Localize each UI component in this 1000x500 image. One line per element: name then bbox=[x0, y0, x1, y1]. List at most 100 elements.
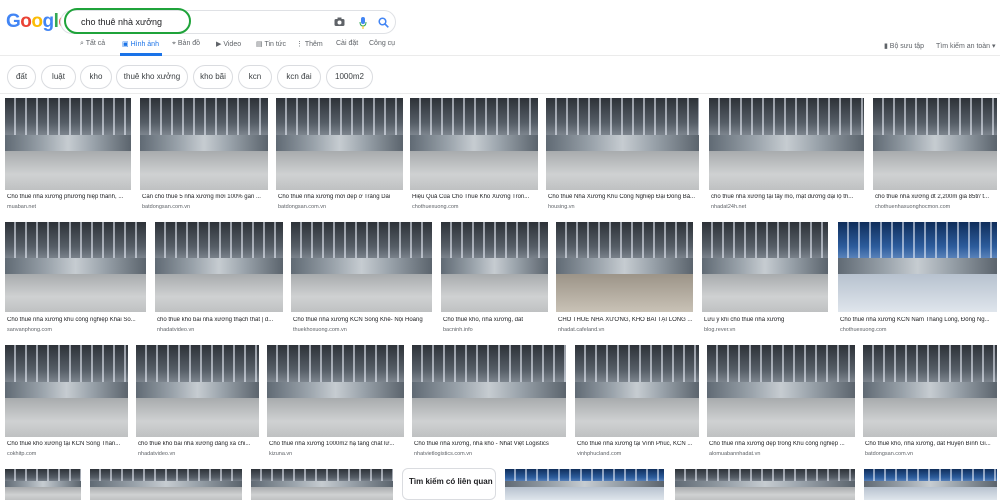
search-icon[interactable] bbox=[377, 17, 389, 29]
image-source[interactable]: housing.vn bbox=[548, 204, 699, 210]
image-source[interactable]: kizuna.vn bbox=[269, 451, 404, 457]
image-thumbnail[interactable] bbox=[140, 98, 268, 190]
safe-search-dropdown[interactable]: Tìm kiếm an toàn ▾ bbox=[936, 42, 996, 50]
image-result[interactable]: Cho thuê nhà xưởng KCN Song Khê- Nội Hoà… bbox=[291, 222, 432, 336]
tab-images[interactable]: ▣ Hình ảnh bbox=[122, 40, 159, 48]
image-thumbnail[interactable] bbox=[412, 345, 566, 437]
image-source[interactable]: nhadatvideo.vn bbox=[157, 327, 283, 333]
image-caption[interactable]: Cho thuê Nhà Xưởng Khu Công Nghiệp Đại Đ… bbox=[548, 194, 699, 200]
image-thumbnail[interactable] bbox=[251, 469, 393, 500]
image-caption[interactable]: cho thuê nhà xưởng dt 2,200m giá 85tr/ t… bbox=[875, 194, 997, 200]
image-source[interactable]: chothuexuong.com bbox=[412, 204, 538, 210]
image-thumbnail[interactable] bbox=[505, 469, 664, 500]
image-caption[interactable]: cho thuê kho bãi nhà xưởng đảng xá chi..… bbox=[138, 441, 259, 447]
image-result[interactable]: Lưu ý khi cho thuê nhà xưởng blog.rever.v… bbox=[702, 222, 828, 336]
image-result[interactable]: Cho thuê kho, nhà xưởng, đất Huyện Bình … bbox=[863, 345, 997, 461]
chip-dat[interactable]: đất bbox=[7, 65, 36, 89]
image-caption[interactable]: Cho thuê nhà xưởng 1000m2 hạ tầng chất l… bbox=[269, 441, 404, 447]
image-thumbnail[interactable] bbox=[267, 345, 404, 437]
chip-kcn[interactable]: kcn bbox=[238, 65, 272, 89]
image-caption[interactable]: Cho thuê nhà xưởng tại Vĩnh Phúc, KCN ..… bbox=[577, 441, 699, 447]
image-thumbnail[interactable] bbox=[5, 222, 146, 312]
image-source[interactable]: muaban.net bbox=[7, 204, 131, 210]
image-thumbnail[interactable] bbox=[276, 98, 403, 190]
mic-icon[interactable] bbox=[357, 17, 369, 29]
chip-kcn-dai[interactable]: kcn đai bbox=[277, 65, 321, 89]
image-source[interactable]: nhadatvideo.vn bbox=[138, 451, 259, 457]
image-source[interactable]: nhadat24h.net bbox=[711, 204, 864, 210]
image-result[interactable]: Cho thuê Nhà Xưởng Khu Công Nghiệp Đại Đ… bbox=[546, 98, 699, 214]
chip-kho[interactable]: kho bbox=[80, 65, 112, 89]
related-searches-card[interactable]: Tìm kiếm có liên quan bbox=[402, 468, 496, 500]
chip-thue-kho-xuong[interactable]: thuê kho xưởng bbox=[116, 65, 188, 89]
image-caption[interactable]: Lưu ý khi cho thuê nhà xưởng bbox=[704, 317, 828, 323]
image-result[interactable]: cho thuê nhà xưởng dt 2,200m giá 85tr/ t… bbox=[873, 98, 997, 214]
image-thumbnail[interactable] bbox=[556, 222, 693, 312]
tab-video[interactable]: ▶ Video bbox=[216, 40, 241, 48]
tab-settings[interactable]: Cài đặt bbox=[336, 40, 358, 47]
image-result[interactable]: Cho thuê nhà xưởng, nhà kho - Nhất Việt … bbox=[412, 345, 566, 461]
image-thumbnail[interactable] bbox=[707, 345, 855, 437]
image-thumbnail[interactable] bbox=[5, 469, 81, 500]
image-result[interactable]: Cho thuê nhà xưởng 1000m2 hạ tầng chất l… bbox=[267, 345, 404, 461]
image-thumbnail[interactable] bbox=[155, 222, 283, 312]
image-thumbnail[interactable] bbox=[441, 222, 548, 312]
chip-luat[interactable]: luật bbox=[41, 65, 76, 89]
image-result[interactable]: Cho thuê kho, nhà xưởng, đất bacninh.info bbox=[441, 222, 548, 336]
chip-1000m2[interactable]: 1000m2 bbox=[326, 65, 373, 89]
image-caption[interactable]: Cho thuê nhà xưởng đẹp trong Khu công ng… bbox=[709, 441, 855, 447]
image-thumbnail[interactable] bbox=[546, 98, 699, 190]
image-source[interactable]: alomuabannhadat.vn bbox=[709, 451, 855, 457]
image-thumbnail[interactable] bbox=[410, 98, 538, 190]
image-thumbnail[interactable] bbox=[136, 345, 259, 437]
tab-tools[interactable]: Công cụ bbox=[369, 40, 395, 47]
image-thumbnail[interactable] bbox=[675, 469, 855, 500]
image-source[interactable]: bacninh.info bbox=[443, 327, 548, 333]
tab-news[interactable]: ▤ Tin tức bbox=[256, 40, 286, 48]
image-source[interactable]: batdongsan.com.vn bbox=[142, 204, 268, 210]
image-source[interactable]: vinhphucland.com bbox=[577, 451, 699, 457]
image-thumbnail[interactable] bbox=[864, 469, 997, 500]
image-caption[interactable]: Cho thuê kho, nhà xưởng, đất Huyện Bình … bbox=[865, 441, 997, 447]
image-result[interactable]: Cần cho thuê 5 nhà xưởng mới 100% gần ..… bbox=[140, 98, 268, 214]
tab-all[interactable]: ⌕ Tất cả bbox=[80, 40, 105, 48]
image-source[interactable]: nhadat.cafeland.vn bbox=[558, 327, 693, 333]
image-source[interactable]: thuekhoxuong.com.vn bbox=[293, 327, 432, 333]
tab-more[interactable]: ⋮ Thêm bbox=[296, 40, 323, 48]
image-thumbnail[interactable] bbox=[5, 98, 131, 190]
image-source[interactable]: batdongsan.com.vn bbox=[278, 204, 403, 210]
image-result[interactable]: Cho thuê nhà xưởng KCN Nam Thăng Long, Đ… bbox=[838, 222, 997, 336]
image-thumbnail[interactable] bbox=[575, 345, 699, 437]
image-caption[interactable]: Cần cho thuê 5 nhà xưởng mới 100% gần ..… bbox=[142, 194, 268, 200]
image-thumbnail[interactable] bbox=[291, 222, 432, 312]
image-caption[interactable]: Cho thuê nhà xưởng KCN Song Khê- Nội Hoà… bbox=[293, 317, 432, 323]
image-source[interactable]: nhatvietlogistics.com.vn bbox=[414, 451, 566, 457]
image-result[interactable]: Cho thuê nhà xưởng mới đẹp ở Trảng Dài ba… bbox=[276, 98, 403, 214]
image-thumbnail[interactable] bbox=[702, 222, 828, 312]
image-thumbnail[interactable] bbox=[5, 345, 128, 437]
image-caption[interactable]: Cho thuê nhà xưởng KCN Nam Thăng Long, Đ… bbox=[840, 317, 997, 323]
image-thumbnail[interactable] bbox=[90, 469, 242, 500]
image-caption[interactable]: cho thuê kho bãi nhà xưởng thạch thất | … bbox=[157, 317, 283, 323]
image-result[interactable]: Hiệu Quả Của Cho Thuê Kho Xưởng Tron... c… bbox=[410, 98, 538, 214]
image-caption[interactable]: Cho thuê nhà xưởng khu công nghiệp Khai … bbox=[7, 317, 146, 323]
image-thumbnail[interactable] bbox=[863, 345, 997, 437]
tab-maps[interactable]: ⌖ Bản đồ bbox=[172, 40, 200, 48]
image-result[interactable]: cho thuê kho bãi nhà xưởng đảng xá chi..… bbox=[136, 345, 259, 461]
image-caption[interactable]: Cho thuê kho, nhà xưởng, đất bbox=[443, 317, 548, 323]
image-source[interactable]: sanvanphong.com bbox=[7, 327, 146, 333]
image-caption[interactable]: CHO THUÊ NHÀ XƯỞNG, KHO BÃI TẠI LONG ... bbox=[558, 317, 693, 323]
image-result[interactable]: Cho thuê nhà xưởng phường hiệp thành, ..… bbox=[5, 98, 131, 214]
image-result[interactable]: CHO THUÊ NHÀ XƯỞNG, KHO BÃI TẠI LONG ...… bbox=[556, 222, 693, 336]
image-caption[interactable]: Cho thuê kho xưởng tại KCN Sóng Thần... bbox=[7, 441, 128, 447]
image-source[interactable]: cokhitp.com bbox=[7, 451, 128, 457]
image-source[interactable]: blog.rever.vn bbox=[704, 327, 828, 333]
image-source[interactable]: batdongsan.com.vn bbox=[865, 451, 997, 457]
image-result[interactable]: Cho thuê nhà xưởng tại Vĩnh Phúc, KCN ..… bbox=[575, 345, 699, 461]
image-thumbnail[interactable] bbox=[873, 98, 997, 190]
image-source[interactable]: chothuexuong.com bbox=[840, 327, 997, 333]
image-result[interactable]: Cho thuê nhà xưởng khu công nghiệp Khai … bbox=[5, 222, 146, 336]
image-thumbnail[interactable] bbox=[838, 222, 997, 312]
image-caption[interactable]: Cho thuê nhà xưởng phường hiệp thành, ..… bbox=[7, 194, 131, 200]
image-caption[interactable]: Cho thuê nhà xưởng mới đẹp ở Trảng Dài bbox=[278, 194, 403, 200]
